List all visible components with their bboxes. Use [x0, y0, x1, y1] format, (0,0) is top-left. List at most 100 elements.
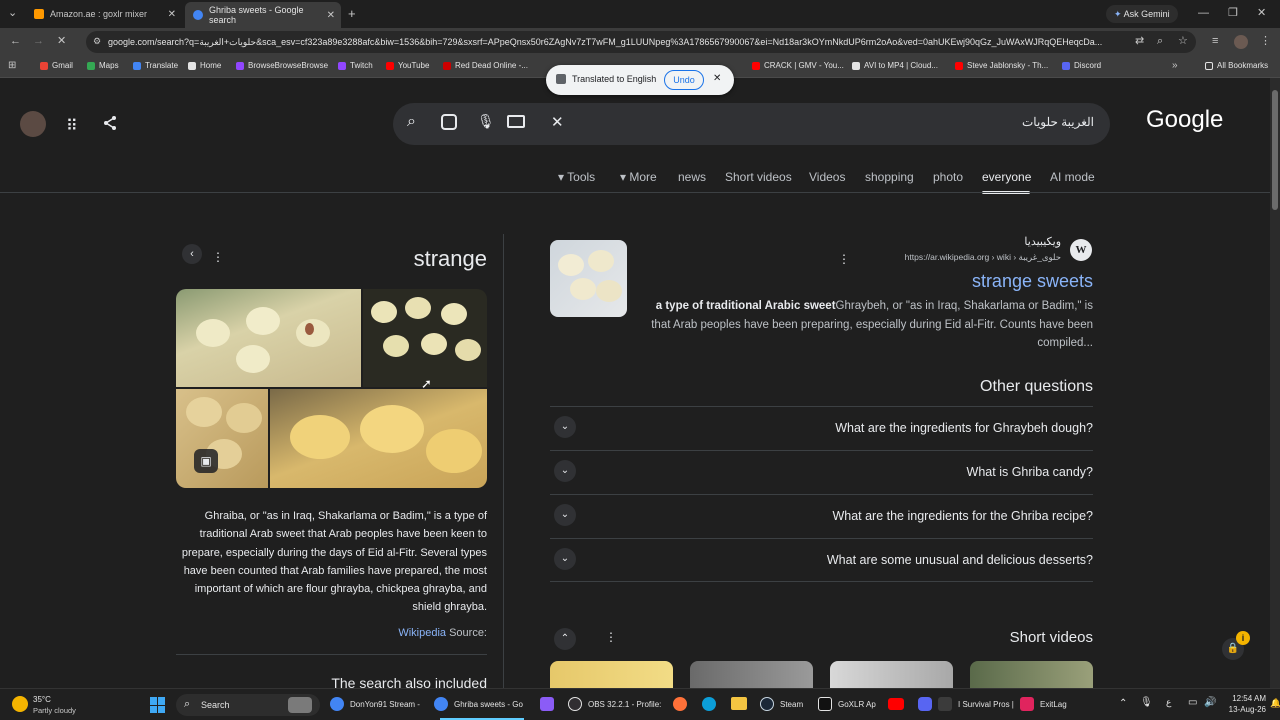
search-icon[interactable]: ⌕	[407, 113, 416, 131]
bookmark-avi-mp4[interactable]: AVI to MP4 | Cloud...	[852, 61, 938, 70]
menu-kebab-icon[interactable]: ⋮	[1260, 36, 1271, 47]
windows-start-icon[interactable]	[150, 697, 166, 713]
taskbar-app-chrome-ghriba[interactable]: Ghriba sweets - Go	[434, 697, 523, 711]
close-popup-icon[interactable]: ✕	[713, 73, 721, 84]
new-tab-icon[interactable]: +	[348, 7, 356, 20]
video-thumbnail-3[interactable]	[830, 661, 953, 688]
weather-temp[interactable]: 35°C	[33, 695, 51, 704]
bookmark-red-dead[interactable]: Red Dead Online -...	[443, 61, 528, 70]
close-window-icon[interactable]: ✕	[1257, 8, 1266, 19]
taskbar-app-steam[interactable]: Steam	[760, 697, 803, 711]
paa-row[interactable]: ⌄ What are the ingredients for the Ghriba…	[550, 494, 1093, 538]
address-bar[interactable]: ⚙ google.com/search?q=حلويات+الغريبة&sca…	[86, 31, 1196, 53]
close-tab-icon[interactable]: ✕	[327, 10, 335, 21]
result-breadcrumb[interactable]: https://ar.wikipedia.org › wiki › حلوى_غ…	[860, 252, 1061, 263]
language-icon[interactable]: ع	[1166, 697, 1171, 708]
tab-shopping[interactable]: shopping	[865, 170, 914, 184]
tab-google-search[interactable]: Ghriba sweets - Google search ✕	[185, 2, 341, 28]
bookmark-maps[interactable]: Maps	[87, 61, 119, 70]
account-avatar[interactable]	[20, 111, 46, 137]
info-badge-icon[interactable]: i	[1236, 631, 1250, 645]
video-thumbnail-1[interactable]	[550, 661, 673, 688]
discord-app-icon[interactable]	[918, 697, 932, 711]
chevron-up-icon[interactable]: ⌃	[554, 628, 576, 650]
lens-icon[interactable]	[441, 114, 457, 130]
clock-time[interactable]: 12:54 AM	[1222, 694, 1266, 703]
keyboard-icon[interactable]	[507, 115, 525, 128]
ask-gemini-button[interactable]: ✦ Ask Gemini	[1106, 5, 1178, 23]
weather-desc[interactable]: Partly cloudy	[33, 706, 76, 715]
bookmark-home[interactable]: Home	[188, 61, 221, 70]
result-menu-icon[interactable]: ⋮	[838, 252, 850, 266]
scrollbar-track[interactable]	[1270, 78, 1280, 688]
tab-photo[interactable]: photo	[933, 170, 963, 184]
stop-icon[interactable]: ✕	[57, 36, 66, 47]
microphone-tray-icon[interactable]: 🎙	[1140, 697, 1153, 708]
taskbar-app-exitlag[interactable]: ExitLag	[1020, 697, 1067, 711]
result-thumbnail[interactable]	[550, 240, 627, 317]
bookmark-twitch[interactable]: Twitch	[338, 61, 373, 70]
tab-news[interactable]: news	[678, 170, 706, 184]
all-bookmarks[interactable]: All Bookmarks	[1205, 61, 1268, 70]
chevron-down-icon[interactable]: ⌄	[554, 504, 576, 526]
site-info-icon[interactable]: ⚙	[93, 36, 101, 47]
youtube-app-icon[interactable]	[888, 698, 904, 710]
taskbar-search-box[interactable]: ⌕ Search	[176, 694, 320, 716]
tab-search-icon[interactable]: ⌄	[8, 8, 17, 19]
microphone-icon[interactable]: 🎙	[477, 113, 495, 130]
share-icon[interactable]	[102, 115, 118, 136]
minimize-icon[interactable]: —	[1198, 8, 1209, 19]
kp-menu-icon[interactable]: ⋮	[212, 250, 224, 264]
sweets-image-3[interactable]: ▣	[176, 389, 268, 488]
short-videos-menu-icon[interactable]: ⋮	[605, 630, 617, 644]
bookmark-discord[interactable]: Discord	[1062, 61, 1101, 70]
media-icon[interactable]: ≡	[1212, 36, 1218, 47]
notification-icon[interactable]: 🔔	[1270, 698, 1280, 709]
tab-tools[interactable]: ▾ Tools	[558, 170, 595, 184]
image-gallery-icon[interactable]: ▣	[194, 449, 218, 473]
chevron-down-icon[interactable]: ⌄	[554, 416, 576, 438]
tab-ai-mode[interactable]: AI mode	[1050, 170, 1095, 184]
firefox-icon[interactable]	[673, 697, 687, 711]
tab-more[interactable]: ▾ More	[620, 170, 657, 184]
volume-icon[interactable]: 🔊	[1204, 697, 1216, 708]
profile-avatar[interactable]	[1234, 35, 1248, 49]
paa-row[interactable]: ⌄ What are some unusual and delicious des…	[550, 538, 1093, 582]
file-explorer-icon[interactable]	[731, 697, 747, 710]
network-icon[interactable]: ▭	[1188, 697, 1197, 708]
search-box[interactable]: ⌕ 🎙 ✕ الغريبة حلويات	[393, 103, 1110, 145]
search-query[interactable]: الغريبة حلويات	[1022, 115, 1094, 129]
result-title-link[interactable]: strange sweets	[972, 271, 1093, 292]
sweets-image-4[interactable]	[270, 389, 487, 488]
tab-short-videos[interactable]: Short videos	[725, 170, 792, 184]
scrollbar-thumb[interactable]	[1272, 90, 1278, 210]
google-logo[interactable]: Google	[1146, 106, 1223, 134]
bookmark-translate[interactable]: Translate	[133, 61, 178, 70]
video-thumbnail-2[interactable]	[690, 661, 813, 688]
bookmark-gmail[interactable]: Gmail	[40, 61, 73, 70]
zoom-icon[interactable]: ⌕	[1157, 36, 1163, 47]
taskbar-app-goxlr[interactable]: GoXLR Ap	[818, 697, 876, 711]
chevron-down-icon[interactable]: ⌄	[554, 548, 576, 570]
maximize-icon[interactable]: ❐	[1228, 8, 1238, 19]
sweets-image-1[interactable]	[176, 289, 361, 387]
apps-grid-icon[interactable]: ⊞	[8, 61, 16, 71]
bookmark-steve-jablonsky[interactable]: Steve Jablonsky - Th...	[955, 61, 1048, 70]
bookmark-star-icon[interactable]: ☆	[1178, 36, 1188, 47]
back-icon[interactable]: ←	[10, 36, 21, 47]
google-apps-icon[interactable]: ⠿	[66, 116, 78, 136]
taskbar-app-survival-pros[interactable]: I Survival Pros |	[938, 697, 1014, 711]
tab-videos[interactable]: Videos	[809, 170, 845, 184]
clear-search-icon[interactable]: ✕	[551, 113, 564, 131]
clock-date[interactable]: 13-Aug-26	[1222, 705, 1266, 714]
edge-icon[interactable]	[702, 697, 716, 711]
undo-translate-button[interactable]: Undo	[664, 70, 704, 90]
more-bookmarks-icon[interactable]: »	[1172, 61, 1178, 71]
paa-row[interactable]: ⌄ What are the ingredients for Ghraybeh d…	[550, 406, 1093, 450]
paa-row[interactable]: ⌄ What is Ghriba candy?	[550, 450, 1093, 494]
tab-everyone[interactable]: everyone	[982, 170, 1031, 184]
sweets-image-2[interactable]	[363, 289, 487, 387]
forward-icon[interactable]: →	[33, 36, 44, 47]
taskbar-app-chrome-stream[interactable]: DonYon91 Stream -	[330, 697, 420, 711]
tab-amazon[interactable]: Amazon.ae : goxlr mixer ✕	[26, 3, 182, 25]
